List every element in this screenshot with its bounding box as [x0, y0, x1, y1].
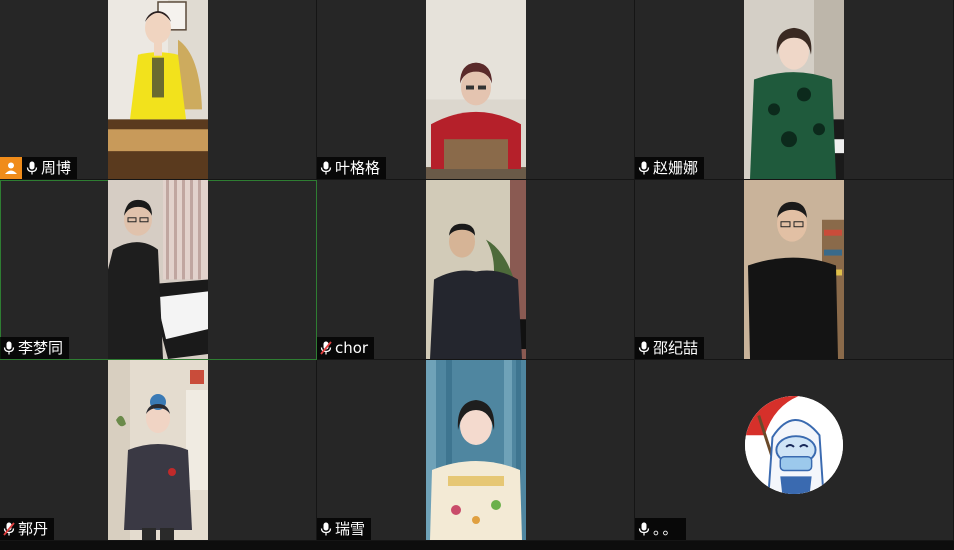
participant-tile[interactable]: 。。 — [635, 360, 954, 541]
host-user-icon — [0, 157, 22, 179]
participant-video — [744, 0, 844, 179]
participant-tile[interactable]: 邵纪喆 — [635, 180, 954, 360]
participant-avatar — [745, 396, 843, 494]
bottom-strip — [0, 541, 954, 550]
participant-tile[interactable]: chor — [317, 180, 635, 360]
microphone-icon — [638, 161, 650, 175]
participant-video — [425, 0, 526, 179]
participant-video — [425, 180, 526, 359]
microphone-icon — [638, 341, 650, 355]
participant-name-label: 叶格格 — [317, 157, 387, 179]
participant-video — [425, 360, 526, 540]
participant-tile-active-speaker[interactable]: 李梦同 — [0, 180, 317, 360]
participant-name-label: 郭丹 — [0, 518, 55, 540]
participant-name: 郭丹 — [18, 520, 49, 538]
participant-name-label: 赵姗娜 — [635, 157, 705, 179]
microphone-icon — [26, 161, 38, 175]
participant-name-label: 邵纪喆 — [635, 337, 705, 359]
participant-name: 邵纪喆 — [653, 339, 699, 357]
video-grid: 周博 叶格格 赵姗娜 李梦同 chor 邵纪喆 郭丹 瑞雪 。。 — [0, 0, 954, 541]
participant-video — [108, 360, 208, 540]
participant-name: chor — [335, 339, 369, 357]
microphone-icon — [320, 161, 332, 175]
microphone-muted-icon — [320, 341, 332, 355]
participant-name-label: chor — [317, 337, 375, 359]
microphone-icon — [320, 522, 332, 536]
participant-name: 。。 — [653, 520, 680, 538]
participant-name: 赵姗娜 — [653, 159, 699, 177]
microphone-muted-icon — [3, 522, 15, 536]
participant-name: 李梦同 — [18, 339, 64, 357]
participant-video — [744, 180, 844, 359]
participant-name-label: 。。 — [635, 518, 686, 540]
participant-name-label: 李梦同 — [0, 337, 70, 359]
participant-video — [108, 0, 208, 179]
participant-video — [108, 180, 208, 359]
participant-name-label: 周博 — [0, 157, 78, 179]
participant-tile[interactable]: 赵姗娜 — [635, 0, 954, 180]
participant-name-label: 瑞雪 — [317, 518, 372, 540]
participant-tile[interactable]: 叶格格 — [317, 0, 635, 180]
microphone-icon — [3, 341, 15, 355]
participant-name: 瑞雪 — [335, 520, 366, 538]
microphone-icon — [638, 522, 650, 536]
participant-tile[interactable]: 郭丹 — [0, 360, 317, 541]
participant-tile[interactable]: 周博 — [0, 0, 317, 180]
participant-tile[interactable]: 瑞雪 — [317, 360, 635, 541]
participant-name: 周博 — [41, 159, 72, 177]
participant-name: 叶格格 — [335, 159, 381, 177]
